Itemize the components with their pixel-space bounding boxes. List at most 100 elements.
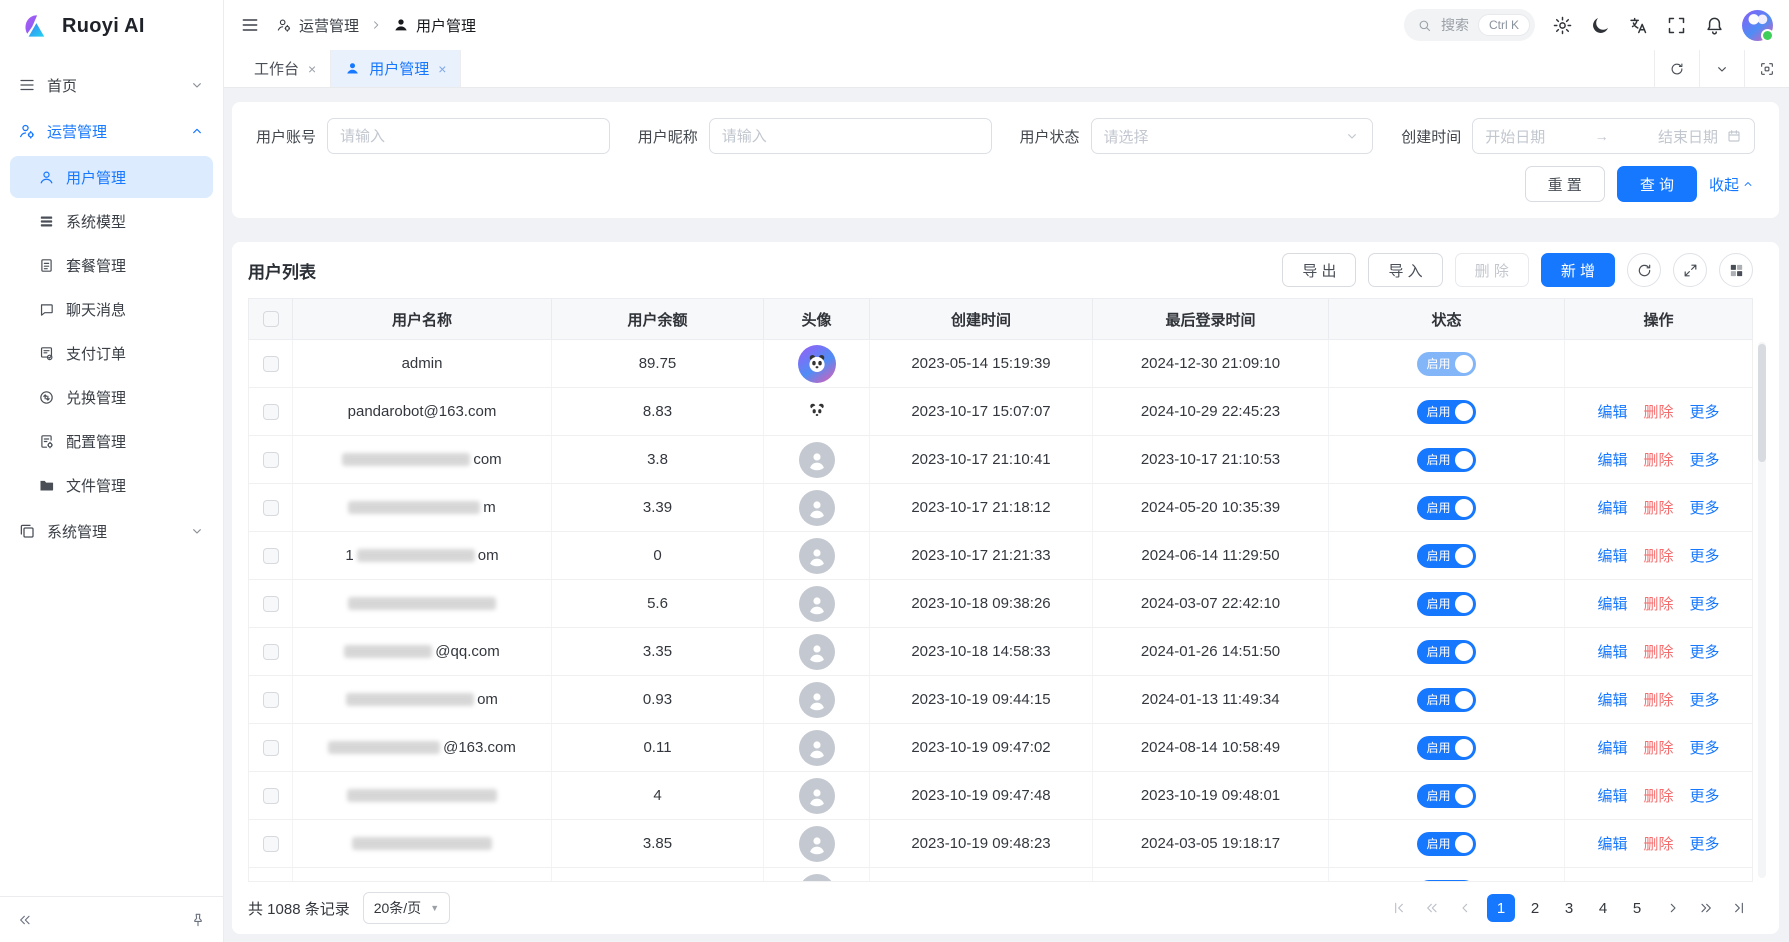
status-toggle[interactable]: 启用 — [1417, 448, 1475, 472]
date-range-picker[interactable]: 开始日期 → 结束日期 — [1472, 118, 1755, 154]
next-page-button[interactable] — [1659, 894, 1687, 922]
sidebar-item-chat[interactable]: 聊天消息 — [10, 288, 213, 330]
nickname-input[interactable] — [709, 118, 992, 154]
scrollbar-thumb[interactable] — [1758, 344, 1766, 462]
sidebar-item-exchange[interactable]: 兑换管理 — [10, 376, 213, 418]
status-toggle[interactable]: 启用 — [1417, 352, 1475, 376]
gear-icon[interactable] — [1552, 15, 1573, 36]
status-toggle[interactable]: 启用 — [1417, 544, 1475, 568]
row-checkbox[interactable] — [263, 740, 279, 756]
collapse-filters-link[interactable]: 收起 — [1709, 174, 1755, 195]
more-link[interactable]: 更多 — [1690, 737, 1720, 758]
sidebar-item-user[interactable]: 用户管理 — [10, 156, 213, 198]
first-page-button[interactable] — [1385, 894, 1413, 922]
tab-workbench[interactable]: 工作台 × — [240, 50, 331, 87]
prev-page-button[interactable] — [1451, 894, 1479, 922]
export-button[interactable]: 导 出 — [1282, 253, 1356, 287]
more-link[interactable]: 更多 — [1690, 785, 1720, 806]
delete-link[interactable]: 删除 — [1643, 497, 1673, 518]
jump-forward-button[interactable] — [1692, 894, 1720, 922]
sidebar-item-system[interactable]: 系统管理 — [0, 508, 223, 554]
delete-link[interactable]: 删除 — [1643, 449, 1673, 470]
refresh-table-button[interactable] — [1627, 253, 1661, 287]
pin-icon[interactable] — [187, 909, 209, 931]
refresh-tab-button[interactable] — [1654, 50, 1699, 87]
delete-button[interactable]: 删 除 — [1455, 253, 1529, 287]
tab-list-dropdown[interactable] — [1699, 50, 1744, 87]
row-checkbox[interactable] — [263, 548, 279, 564]
user-avatar[interactable] — [1742, 10, 1773, 41]
edit-link[interactable]: 编辑 — [1597, 833, 1627, 854]
sidebar-collapse-button[interactable] — [14, 909, 36, 931]
bell-icon[interactable] — [1704, 15, 1725, 36]
sidebar-item-config[interactable]: 配置管理 — [10, 420, 213, 462]
brand-logo[interactable]: Ruoyi AI — [0, 0, 223, 52]
close-icon[interactable]: × — [438, 62, 446, 76]
edit-link[interactable]: 编辑 — [1597, 497, 1627, 518]
delete-link[interactable]: 删除 — [1643, 881, 1673, 882]
delete-link[interactable]: 删除 — [1643, 737, 1673, 758]
row-checkbox[interactable] — [263, 692, 279, 708]
sidebar-item-file[interactable]: 文件管理 — [10, 464, 213, 506]
page-button-3[interactable]: 3 — [1555, 894, 1583, 922]
delete-link[interactable]: 删除 — [1643, 401, 1673, 422]
global-search[interactable]: 搜索 Ctrl K — [1404, 9, 1535, 41]
edit-link[interactable]: 编辑 — [1597, 545, 1627, 566]
status-toggle[interactable]: 启用 — [1417, 880, 1475, 883]
breadcrumb-operations[interactable]: 运营管理 — [276, 15, 359, 36]
maximize-content-button[interactable] — [1744, 50, 1789, 87]
page-button-2[interactable]: 2 — [1521, 894, 1549, 922]
status-toggle[interactable]: 启用 — [1417, 640, 1475, 664]
sidebar-item-operations[interactable]: 运营管理 — [0, 108, 223, 154]
row-checkbox[interactable] — [263, 356, 279, 372]
more-link[interactable]: 更多 — [1690, 833, 1720, 854]
column-settings-button[interactable] — [1719, 253, 1753, 287]
dark-mode-moon-icon[interactable] — [1590, 15, 1611, 36]
status-toggle[interactable]: 启用 — [1417, 736, 1475, 760]
breadcrumb-user-management[interactable]: 用户管理 — [393, 15, 476, 36]
close-icon[interactable]: × — [308, 62, 316, 76]
page-size-select[interactable]: 20条/页 ▼ — [363, 892, 450, 924]
edit-link[interactable]: 编辑 — [1597, 881, 1627, 882]
more-link[interactable]: 更多 — [1690, 449, 1720, 470]
edit-link[interactable]: 编辑 — [1597, 593, 1627, 614]
last-page-button[interactable] — [1725, 894, 1753, 922]
fullscreen-table-button[interactable] — [1673, 253, 1707, 287]
row-checkbox[interactable] — [263, 404, 279, 420]
edit-link[interactable]: 编辑 — [1597, 449, 1627, 470]
sidebar-item-package[interactable]: 套餐管理 — [10, 244, 213, 286]
edit-link[interactable]: 编辑 — [1597, 785, 1627, 806]
more-link[interactable]: 更多 — [1690, 593, 1720, 614]
status-toggle[interactable]: 启用 — [1417, 592, 1475, 616]
status-toggle[interactable]: 启用 — [1417, 832, 1475, 856]
page-button-1[interactable]: 1 — [1487, 894, 1515, 922]
sidebar-item-home[interactable]: 首页 — [0, 62, 223, 108]
sidebar-item-order[interactable]: 支付订单 — [10, 332, 213, 374]
delete-link[interactable]: 删除 — [1643, 785, 1673, 806]
status-toggle[interactable]: 启用 — [1417, 688, 1475, 712]
edit-link[interactable]: 编辑 — [1597, 641, 1627, 662]
row-checkbox[interactable] — [263, 788, 279, 804]
more-link[interactable]: 更多 — [1690, 545, 1720, 566]
status-toggle[interactable]: 启用 — [1417, 496, 1475, 520]
more-link[interactable]: 更多 — [1690, 401, 1720, 422]
search-button[interactable]: 查 询 — [1617, 166, 1697, 202]
status-toggle[interactable]: 启用 — [1417, 400, 1475, 424]
reset-button[interactable]: 重 置 — [1525, 166, 1605, 202]
select-all-checkbox[interactable] — [263, 311, 279, 327]
row-checkbox[interactable] — [263, 644, 279, 660]
jump-back-button[interactable] — [1418, 894, 1446, 922]
more-link[interactable]: 更多 — [1690, 497, 1720, 518]
row-checkbox[interactable] — [263, 500, 279, 516]
delete-link[interactable]: 删除 — [1643, 593, 1673, 614]
delete-link[interactable]: 删除 — [1643, 545, 1673, 566]
edit-link[interactable]: 编辑 — [1597, 689, 1627, 710]
translate-icon[interactable] — [1628, 15, 1649, 36]
add-button[interactable]: 新 增 — [1541, 253, 1615, 287]
import-button[interactable]: 导 入 — [1368, 253, 1442, 287]
row-checkbox[interactable] — [263, 452, 279, 468]
more-link[interactable]: 更多 — [1690, 641, 1720, 662]
delete-link[interactable]: 删除 — [1643, 689, 1673, 710]
hamburger-menu-icon[interactable] — [240, 15, 260, 35]
delete-link[interactable]: 删除 — [1643, 833, 1673, 854]
